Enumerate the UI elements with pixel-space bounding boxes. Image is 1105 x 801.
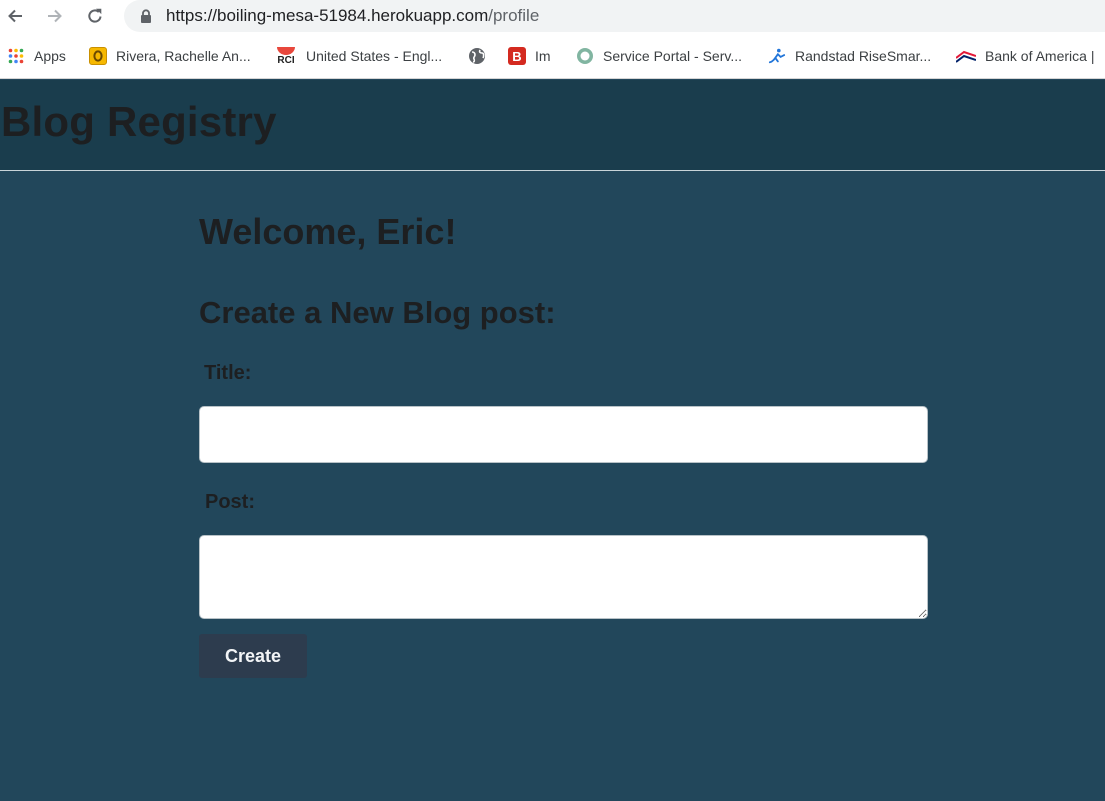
forward-arrow-icon xyxy=(48,9,62,23)
b-icon: B xyxy=(508,47,526,65)
outlook-icon xyxy=(89,47,107,65)
url-host: https://boiling-mesa-51984.herokuapp.com xyxy=(166,6,489,25)
bookmark-label: Randstad RiseSmar... xyxy=(795,48,932,64)
randstad-icon xyxy=(768,47,786,65)
globe-icon xyxy=(468,47,486,65)
bookmark-label: Im xyxy=(535,48,551,64)
bookmark-randstad[interactable]: Randstad RiseSmar... xyxy=(768,44,931,68)
create-button[interactable]: Create xyxy=(199,634,307,678)
lock-icon xyxy=(141,9,151,23)
url-path: /profile xyxy=(488,6,540,25)
reload-button[interactable] xyxy=(83,4,107,28)
title-input[interactable] xyxy=(199,406,928,463)
bookmark-bank-of-america[interactable]: Bank of America | xyxy=(956,44,1094,68)
bookmarks-bar: Apps Rivera, Rachelle An... RCI United S… xyxy=(0,40,1105,72)
bookmark-label: Bank of America | xyxy=(985,48,1095,64)
back-arrow-icon xyxy=(8,9,22,23)
browser-chrome: https://boiling-mesa-51984.herokuapp.com… xyxy=(0,0,1105,79)
title-label: Title: xyxy=(204,362,252,384)
create-post-heading: Create a New Blog post: xyxy=(199,295,556,330)
welcome-heading: Welcome, Eric! xyxy=(199,211,457,252)
bookmark-im[interactable]: B Im xyxy=(508,44,551,68)
url-text: https://boiling-mesa-51984.herokuapp.com… xyxy=(166,6,539,26)
bank-of-america-icon xyxy=(956,47,976,65)
bookmark-globe[interactable] xyxy=(468,44,495,68)
bookmark-service-portal[interactable]: Service Portal - Serv... xyxy=(576,44,742,68)
bookmark-label: Rivera, Rachelle An... xyxy=(116,48,251,64)
post-label: Post: xyxy=(205,491,255,513)
reload-icon xyxy=(88,8,102,23)
b-icon-text: B xyxy=(512,48,522,64)
bookmark-label: Apps xyxy=(34,48,66,64)
bookmark-apps[interactable]: Apps xyxy=(7,44,66,68)
site-header: Blog Registry xyxy=(0,80,1105,171)
address-bar[interactable]: https://boiling-mesa-51984.herokuapp.com… xyxy=(124,0,1105,32)
bookmark-rivera[interactable]: Rivera, Rachelle An... xyxy=(89,44,251,68)
bookmark-label: Service Portal - Serv... xyxy=(603,48,743,64)
forward-button[interactable] xyxy=(43,4,67,28)
service-portal-icon xyxy=(576,47,594,65)
rci-icon-text: RCI xyxy=(277,54,295,66)
post-textarea[interactable] xyxy=(199,535,928,619)
apps-grid-icon xyxy=(7,47,25,65)
back-button[interactable] xyxy=(3,4,27,28)
site-brand[interactable]: Blog Registry xyxy=(1,98,277,146)
rci-icon: RCI xyxy=(275,45,297,67)
bookmark-united-states[interactable]: RCI United States - Engl... xyxy=(275,44,442,68)
bookmark-label: United States - Engl... xyxy=(306,48,443,64)
